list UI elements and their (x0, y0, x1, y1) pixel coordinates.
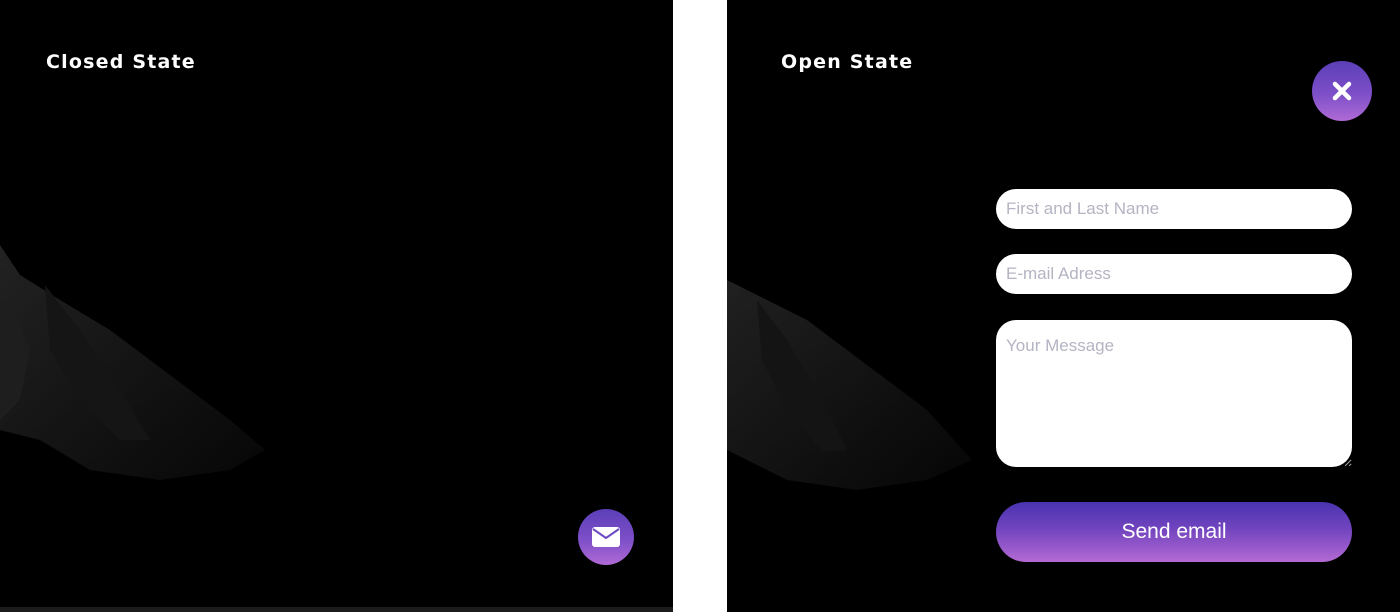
open-state-panel: Open State Send email (727, 0, 1400, 612)
email-input[interactable] (996, 254, 1352, 294)
bottom-strip (0, 607, 673, 612)
send-email-button[interactable]: Send email (996, 502, 1352, 562)
mail-fab-button[interactable] (578, 509, 634, 565)
open-state-title: Open State (781, 51, 914, 73)
closed-state-panel: Closed State (0, 0, 673, 612)
closed-state-title: Closed State (46, 51, 196, 73)
envelope-icon (592, 527, 620, 547)
mountain-silhouette (0, 245, 265, 480)
close-button[interactable] (1312, 61, 1372, 121)
message-textarea[interactable] (996, 320, 1352, 467)
name-input[interactable] (996, 189, 1352, 229)
close-icon (1332, 81, 1352, 101)
